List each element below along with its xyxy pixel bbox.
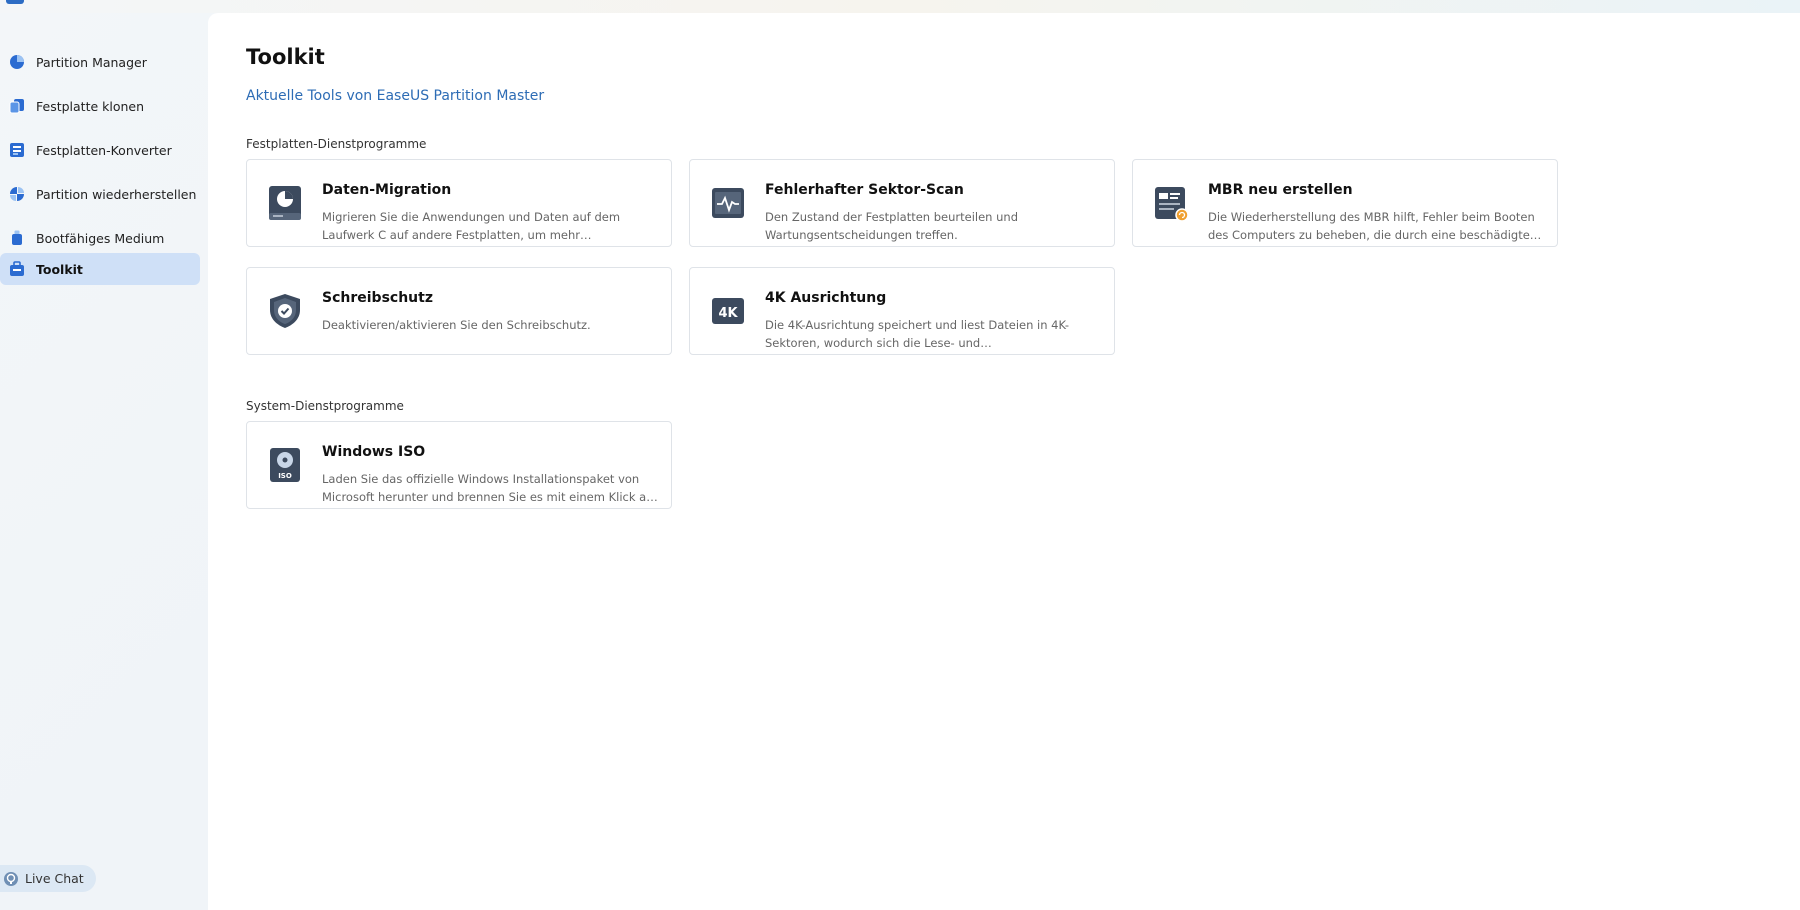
section-label-system-utilities: System-Dienstprogramme — [246, 399, 404, 413]
data-migration-icon — [267, 184, 303, 222]
live-chat-label: Live Chat — [25, 871, 84, 886]
card-title: 4K Ausrichtung — [765, 290, 887, 306]
live-chat-button[interactable]: Live Chat — [0, 865, 96, 892]
sidebar-item-label: Festplatte klonen — [36, 98, 145, 114]
card-bad-sector-scan[interactable]: Fehlerhafter Sektor-Scan Den Zustand der… — [689, 159, 1115, 247]
4k-icon: 4K — [710, 292, 746, 330]
section-label-disk-utilities: Festplatten-Dienstprogramme — [246, 137, 427, 151]
card-windows-iso[interactable]: ISO Windows ISO Laden Sie das offizielle… — [246, 421, 672, 509]
pie-chart-icon — [9, 54, 25, 70]
sidebar-item-label: Festplatten-Konverter — [36, 142, 172, 158]
sidebar-item-recover-partition[interactable]: Partition wiederherstellen — [0, 178, 200, 210]
sidebar-item-disk-converter[interactable]: Festplatten-Konverter — [0, 134, 200, 166]
chat-icon — [3, 871, 19, 887]
sidebar-item-label: Partition wiederherstellen — [36, 186, 197, 202]
card-description: Deaktivieren/aktivieren Sie den Schreibs… — [322, 318, 591, 332]
sidebar-item-bootable-media[interactable]: Bootfähiges Medium — [0, 222, 200, 254]
card-description: Migrieren Sie die Anwendungen und Daten … — [322, 210, 621, 242]
converter-icon — [9, 142, 25, 158]
card-title: Schreibschutz — [322, 290, 433, 306]
sidebar-item-label: Bootfähiges Medium — [36, 230, 165, 246]
mbr-icon — [1153, 184, 1189, 222]
usb-icon — [9, 230, 25, 246]
card-write-protection[interactable]: Schreibschutz Deaktivieren/aktivieren Si… — [246, 267, 672, 355]
card-data-migration[interactable]: Daten-Migration Migrieren Sie die Anwend… — [246, 159, 672, 247]
title-bar — [0, 0, 1800, 13]
main-panel: Toolkit Aktuelle Tools von EaseUS Partit… — [208, 13, 1800, 910]
subtitle-link[interactable]: Aktuelle Tools von EaseUS Partition Mast… — [246, 88, 544, 104]
sidebar-item-clone-disk[interactable]: Festplatte klonen — [0, 90, 200, 122]
sector-scan-icon — [710, 184, 746, 222]
sidebar-item-partition-manager[interactable]: Partition Manager — [0, 46, 200, 78]
sidebar-item-label: Partition Manager — [36, 54, 147, 70]
sidebar-item-label: Toolkit — [36, 261, 83, 277]
recover-icon — [9, 186, 25, 202]
app-logo-icon — [6, 0, 24, 4]
card-description: Den Zustand der Festplatten beurteilen u… — [765, 210, 1018, 242]
card-title: Windows ISO — [322, 444, 426, 460]
iso-icon: ISO — [267, 446, 303, 484]
card-description: Die 4K-Ausrichtung speichert und liest D… — [765, 318, 1069, 350]
clone-icon — [9, 98, 25, 114]
svg-text:ISO: ISO — [278, 472, 292, 480]
card-4k-alignment[interactable]: 4K 4K Ausrichtung Die 4K-Ausrichtung spe… — [689, 267, 1115, 355]
svg-text:4K: 4K — [718, 306, 738, 321]
toolkit-icon — [9, 261, 25, 277]
shield-check-icon — [267, 292, 303, 330]
card-description: Die Wiederherstellung des MBR hilft, Feh… — [1208, 210, 1535, 242]
card-title: Fehlerhafter Sektor-Scan — [765, 182, 964, 198]
page-title: Toolkit — [246, 45, 325, 69]
card-title: MBR neu erstellen — [1208, 182, 1353, 198]
card-description: Laden Sie das offizielle Windows Install… — [322, 472, 658, 504]
card-rebuild-mbr[interactable]: MBR neu erstellen Die Wiederherstellung … — [1132, 159, 1558, 247]
card-title: Daten-Migration — [322, 182, 452, 198]
sidebar-item-toolkit[interactable]: Toolkit — [0, 253, 200, 285]
sidebar: Partition Manager Festplatte klonen Fest… — [0, 13, 208, 910]
